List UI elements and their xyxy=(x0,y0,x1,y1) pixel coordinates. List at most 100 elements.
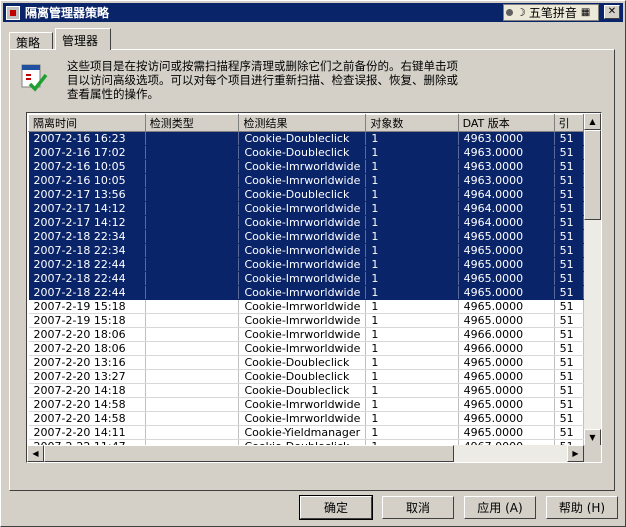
table-row[interactable]: 2007-2-18 22:44 Cookie-Imrworldwide 1 4965.… xyxy=(28,285,584,300)
table-row[interactable]: 2007-2-16 10:05 Cookie-Imrworldwide 1 4963.… xyxy=(28,159,584,174)
scroll-right-button[interactable]: ▶ xyxy=(567,445,584,462)
table-cell: 1 xyxy=(365,341,459,356)
table-cell: Cookie-Imrworldwide xyxy=(238,313,367,328)
info-text: 这些项目是在按访问或按需扫描程序清理或删除它们之前备份的。右键单击项目以访问高级… xyxy=(67,59,458,101)
table-cell: 51 xyxy=(554,383,584,398)
table-row[interactable]: 2007-2-20 13:27 Cookie-Doubleclick 1 4965.0… xyxy=(28,369,584,384)
table-cell: 4965.0000 xyxy=(458,425,555,440)
table-cell: 2007-2-18 22:44 xyxy=(28,285,146,300)
table-cell: 51 xyxy=(554,369,584,384)
ime-halfwidth-icon[interactable]: ☽ xyxy=(516,6,526,19)
table-cell: Cookie-Imrworldwide xyxy=(238,285,367,300)
table-cell xyxy=(145,145,240,160)
vertical-scroll-thumb[interactable] xyxy=(584,130,601,220)
table-cell xyxy=(145,271,240,286)
table-row[interactable]: 2007-2-17 13:56 Cookie-Doubleclick 1 4964.0… xyxy=(28,187,584,202)
table-cell: 1 xyxy=(365,243,459,258)
quarantine-list[interactable]: 隔离时间 检测类型 检测结果 对象数 DAT 版本引 2007-2-16 16:23 Co… xyxy=(26,112,602,463)
table-cell: 2007-2-18 22:34 xyxy=(28,229,146,244)
column-header[interactable]: 对象数 xyxy=(365,114,459,132)
scroll-up-button[interactable]: ▲ xyxy=(584,113,601,130)
table-row[interactable]: 2007-2-18 22:44 Cookie-Imrworldwide 1 4965.… xyxy=(28,271,584,286)
table-cell: 51 xyxy=(554,187,584,202)
ime-keyboard-icon[interactable]: ▦ xyxy=(581,7,590,18)
close-button[interactable]: ✕ xyxy=(604,5,620,19)
table-cell: 2007-2-20 13:27 xyxy=(28,369,146,384)
table-cell: 1 xyxy=(365,299,459,314)
tab-policy[interactable]: 策略 xyxy=(9,32,53,50)
tab-manager[interactable]: 管理器 xyxy=(55,28,111,50)
table-cell: 4965.0000 xyxy=(458,257,555,272)
apply-button[interactable]: 应用 (A) xyxy=(464,496,536,519)
help-button[interactable]: 帮助 (H) xyxy=(546,496,618,519)
cancel-button[interactable]: 取消 xyxy=(382,496,454,519)
table-row[interactable]: 2007-2-18 22:34 Cookie-Imrworldwide 1 4965.… xyxy=(28,243,584,258)
table-cell xyxy=(145,327,240,342)
table-row[interactable]: 2007-2-20 13:16 Cookie-Doubleclick 1 4965.0… xyxy=(28,355,584,370)
table-row[interactable]: 2007-2-19 15:18 Cookie-Imrworldwide 1 4965.… xyxy=(28,299,584,314)
table-cell: 1 xyxy=(365,313,459,328)
table-cell: 4965.0000 xyxy=(458,397,555,412)
ime-label[interactable]: 五笔拼音 xyxy=(529,4,577,21)
table-cell xyxy=(145,215,240,230)
table-row[interactable]: 2007-2-20 18:06 Cookie-Imrworldwide 1 4966.… xyxy=(28,327,584,342)
table-row[interactable]: 2007-2-18 22:44 Cookie-Imrworldwide 1 4965.… xyxy=(28,257,584,272)
vertical-scrollbar[interactable]: ▲ ▼ xyxy=(584,113,601,446)
table-cell: 2007-2-19 15:18 xyxy=(28,299,146,314)
table-row[interactable]: 2007-2-16 10:05 Cookie-Imrworldwide 1 4963.… xyxy=(28,173,584,188)
scrollbar-corner xyxy=(584,445,601,462)
table-cell xyxy=(145,313,240,328)
table-cell: Cookie-Doubleclick xyxy=(238,131,367,146)
table-cell: 2007-2-20 18:06 xyxy=(28,327,146,342)
column-header[interactable]: 隔离时间 xyxy=(28,114,146,132)
table-row[interactable]: 2007-2-19 15:18 Cookie-Imrworldwide 1 4965.… xyxy=(28,313,584,328)
table-row[interactable]: 2007-2-17 14:12 Cookie-Imrworldwide 1 4964.… xyxy=(28,201,584,216)
table-cell: 2007-2-18 22:44 xyxy=(28,257,146,272)
column-header[interactable]: 检测结果 xyxy=(238,114,367,132)
table-cell: 2007-2-16 16:23 xyxy=(28,131,146,146)
table-cell: 2007-2-18 22:44 xyxy=(28,271,146,286)
table-cell: 4965.0000 xyxy=(458,271,555,286)
table-cell: Cookie-Imrworldwide xyxy=(238,411,367,426)
table-cell: 2007-2-20 14:58 xyxy=(28,397,146,412)
table-cell xyxy=(145,159,240,174)
ime-toolbar[interactable]: ☽ 五笔拼音 ▦ xyxy=(503,4,599,21)
column-header[interactable]: 引 xyxy=(553,114,584,132)
table-cell xyxy=(145,355,240,370)
table-cell: 1 xyxy=(365,257,459,272)
table-cell: 51 xyxy=(554,243,584,258)
table-cell: 51 xyxy=(554,313,584,328)
table-row[interactable]: 2007-2-17 14:12 Cookie-Imrworldwide 1 4964.… xyxy=(28,215,584,230)
scroll-left-button[interactable]: ◀ xyxy=(27,445,44,462)
horizontal-scroll-thumb[interactable] xyxy=(44,445,454,462)
table-cell: 1 xyxy=(365,145,459,160)
table-cell: 1 xyxy=(365,285,459,300)
table-cell: 1 xyxy=(365,215,459,230)
table-cell: Cookie-Imrworldwide xyxy=(238,327,367,342)
table-row[interactable]: 2007-2-16 16:23 Cookie-Doubleclick 1 4963.0… xyxy=(28,131,584,146)
table-cell: 2007-2-17 13:56 xyxy=(28,187,146,202)
ime-status-icon[interactable] xyxy=(506,9,513,16)
table-cell: 51 xyxy=(554,285,584,300)
table-cell: Cookie-Doubleclick xyxy=(238,369,367,384)
table-row[interactable]: 2007-2-20 14:11 Cookie-Yieldmanager 1 4965.… xyxy=(28,425,584,440)
table-cell: 1 xyxy=(365,425,459,440)
table-row[interactable]: 2007-2-16 17:02 Cookie-Doubleclick 1 4963.0… xyxy=(28,145,584,160)
table-row[interactable]: 2007-2-20 14:58 Cookie-Imrworldwide 1 4965.… xyxy=(28,397,584,412)
ok-button[interactable]: 确定 xyxy=(299,495,373,520)
column-header[interactable]: 检测类型 xyxy=(144,114,240,132)
table-row[interactable]: 2007-2-18 22:34 Cookie-Imrworldwide 1 4965.… xyxy=(28,229,584,244)
table-cell: 51 xyxy=(554,201,584,216)
table-cell: 2007-2-16 10:05 xyxy=(28,173,146,188)
table-cell: Cookie-Imrworldwide xyxy=(238,257,367,272)
scroll-left-icon: ◀ xyxy=(32,449,39,458)
table-row[interactable]: 2007-2-20 14:58 Cookie-Imrworldwide 1 4965.… xyxy=(28,411,584,426)
table-row[interactable]: 2007-2-20 14:18 Cookie-Doubleclick 1 4965.0… xyxy=(28,383,584,398)
scroll-down-button[interactable]: ▼ xyxy=(584,429,601,446)
table-cell: 51 xyxy=(554,131,584,146)
table-cell: 4964.0000 xyxy=(458,201,555,216)
column-header[interactable]: DAT 版本 xyxy=(457,114,555,132)
horizontal-scrollbar[interactable]: ◀ ▶ xyxy=(27,445,584,462)
table-row[interactable]: 2007-2-20 18:06 Cookie-Imrworldwide 1 4966.… xyxy=(28,341,584,356)
table-cell: 51 xyxy=(554,271,584,286)
